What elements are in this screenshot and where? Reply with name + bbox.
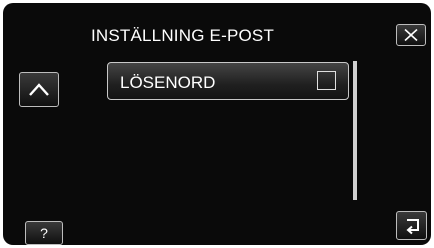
page-title: INSTÄLLNING E-POST — [90, 26, 275, 45]
list-item-label: LÖSENORD — [120, 73, 216, 92]
return-arrow-icon — [405, 218, 419, 234]
chevron-up-icon — [29, 82, 49, 96]
list-item-password[interactable]: LÖSENORD — [107, 62, 349, 100]
close-button[interactable] — [396, 24, 426, 46]
settings-screen: INSTÄLLNING E-POST LÖSENORD ? — [3, 3, 431, 245]
back-button[interactable] — [396, 211, 427, 240]
close-icon — [404, 28, 418, 42]
scroll-up-button[interactable] — [19, 72, 59, 107]
scrollbar[interactable] — [353, 61, 357, 200]
password-checkbox[interactable] — [317, 71, 336, 90]
help-button[interactable]: ? — [25, 221, 63, 245]
